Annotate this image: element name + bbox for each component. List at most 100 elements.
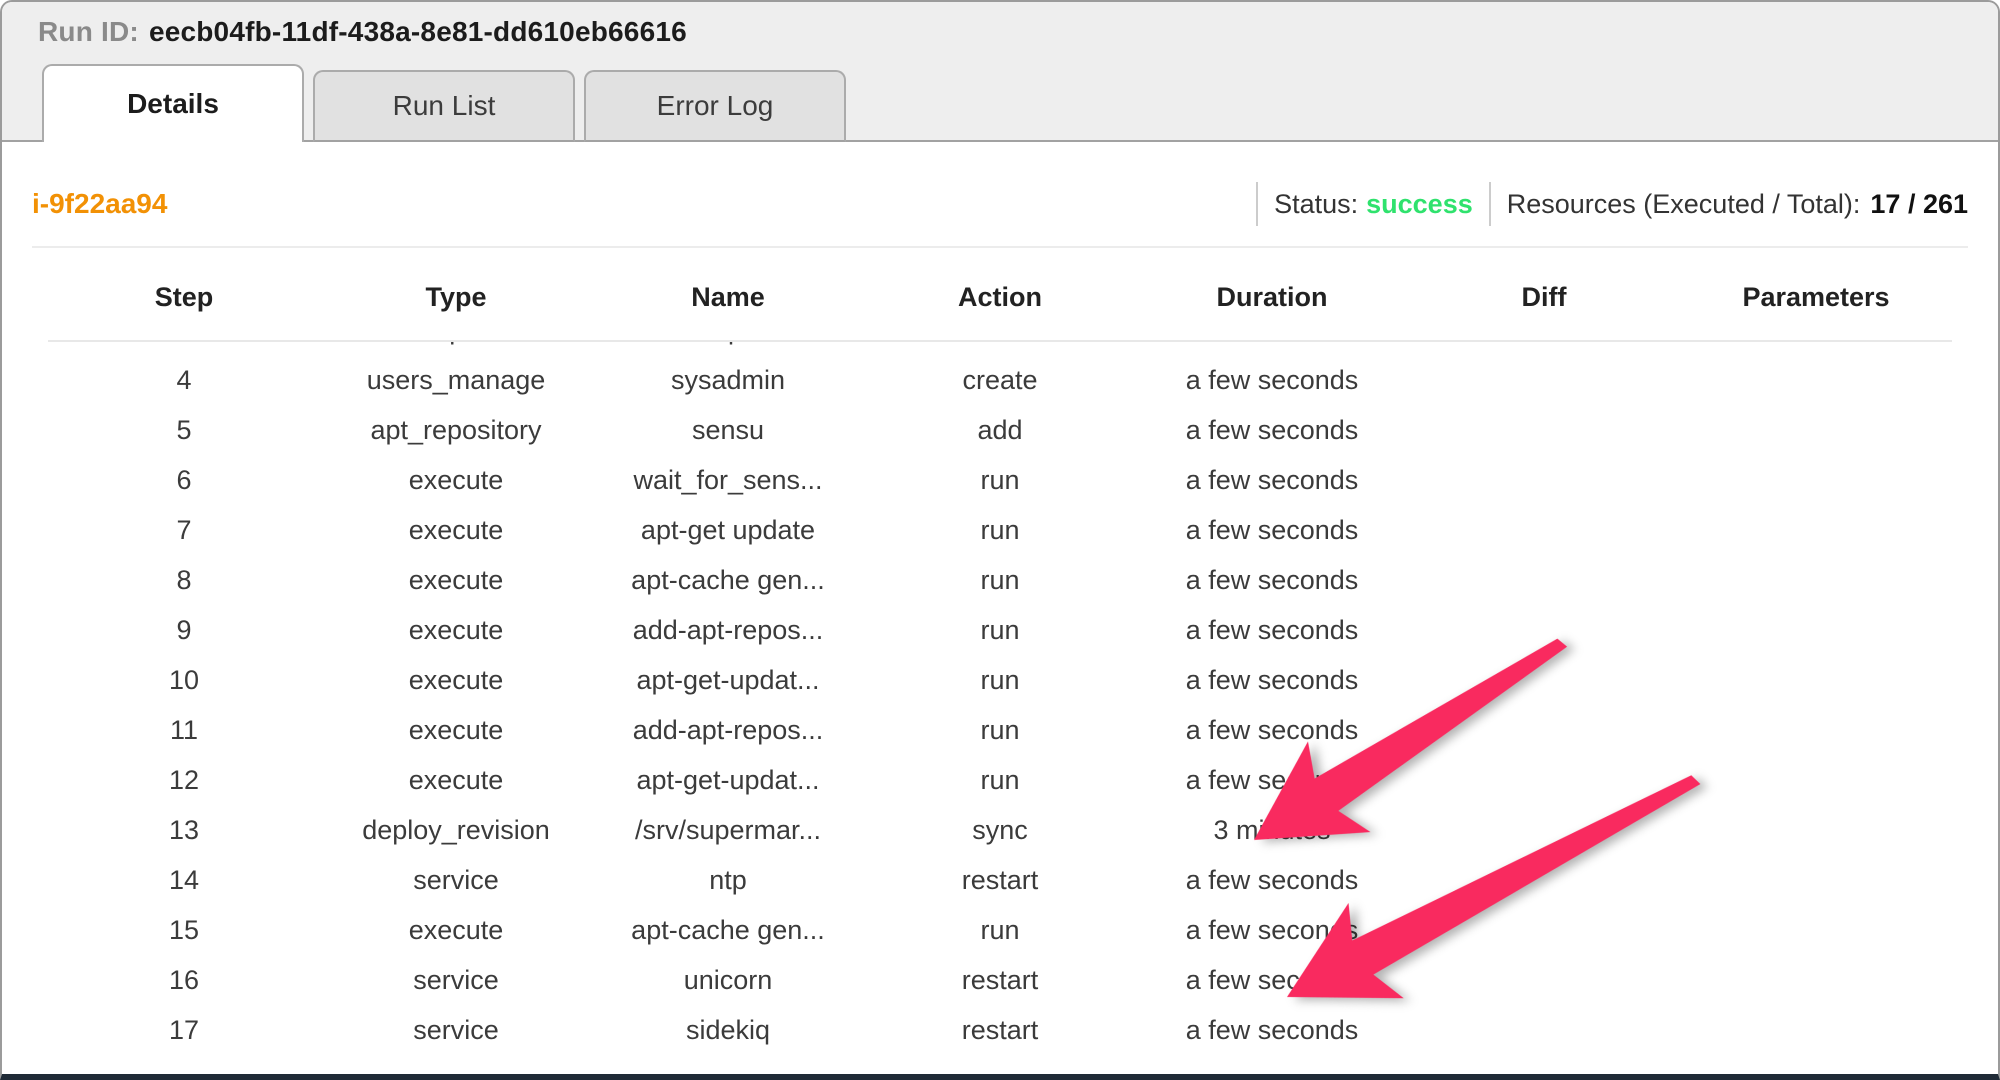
- cell-type: users_manage: [320, 365, 592, 396]
- status-cluster: Status: success Resources (Executed / To…: [1240, 182, 1968, 226]
- divider: [1489, 182, 1491, 226]
- cell-step: 7: [48, 515, 320, 546]
- cell-name: sysadmin: [592, 365, 864, 396]
- tab-details[interactable]: Details: [42, 64, 304, 142]
- cell-action: restart: [864, 1015, 1136, 1046]
- cell-type: execute: [320, 715, 592, 746]
- table-row-step-16[interactable]: 16serviceunicornrestarta few seconds: [48, 955, 1952, 1005]
- cell-duration: a few seconds: [1136, 915, 1408, 946]
- table-row-step-9[interactable]: 9executeadd-apt-repos...runa few seconds: [48, 605, 1952, 655]
- summary-row: i-9f22aa94 Status: success Resources (Ex…: [32, 142, 1968, 246]
- table-row-step-6[interactable]: 6executewait_for_sens...runa few seconds: [48, 455, 1952, 505]
- table-row-step-11[interactable]: 11executeadd-apt-repos...runa few second…: [48, 705, 1952, 755]
- tab-run-list[interactable]: Run List: [313, 70, 575, 142]
- cell-duration: a few seconds: [1136, 565, 1408, 596]
- cell-type: execute: [320, 915, 592, 946]
- cell-action: run: [864, 665, 1136, 696]
- cell-action: run: [864, 615, 1136, 646]
- cell-action: run: [864, 515, 1136, 546]
- cell-name: add-apt-repos...: [592, 715, 864, 746]
- tab-error-log[interactable]: Error Log: [584, 70, 846, 142]
- cell-type: deploy_revision: [320, 815, 592, 846]
- column-header-type: Type: [320, 282, 592, 340]
- divider: [1256, 182, 1258, 226]
- cell-step: 9: [48, 615, 320, 646]
- cell-action: run: [864, 915, 1136, 946]
- table-row-step-8[interactable]: 8executeapt-cache gen...runa few seconds: [48, 555, 1952, 605]
- table-row-step-14[interactable]: 14servicentprestarta few seconds: [48, 855, 1952, 905]
- column-header-duration: Duration: [1136, 282, 1408, 340]
- cell-step: 5: [48, 415, 320, 446]
- tab-run-list-label: Run List: [393, 90, 496, 122]
- cell-name: /srv/supermar...: [592, 815, 864, 846]
- status-label: Status:: [1274, 189, 1358, 220]
- cell-duration: a few seconds: [1136, 965, 1408, 996]
- table-row-step-5[interactable]: 5apt_repositorysensuadda few seconds: [48, 405, 1952, 455]
- run-details-window: Run ID:eecb04fb-11df-438a-8e81-dd610eb66…: [0, 0, 2000, 1080]
- tab-bar: Details Run List Error Log: [42, 64, 846, 142]
- cell-name: /etc/ntp.conf: [592, 342, 864, 346]
- cell-step: 16: [48, 965, 320, 996]
- resources-value: 17 / 261: [1870, 189, 1968, 220]
- tab-error-log-label: Error Log: [657, 90, 774, 122]
- cell-duration: 3 minutes: [1136, 815, 1408, 846]
- table-row-step-15[interactable]: 15executeapt-cache gen...runa few second…: [48, 905, 1952, 955]
- cell-duration: a few seconds: [1136, 1015, 1408, 1046]
- table-row-step-17[interactable]: 17servicesidekiqrestarta few seconds: [48, 1005, 1952, 1055]
- cell-duration: a few seconds: [1136, 715, 1408, 746]
- cell-duration: a few seconds: [1136, 865, 1408, 896]
- cell-type: apt_repository: [320, 415, 592, 446]
- cell-duration: a few seconds: [1136, 365, 1408, 396]
- table-row-step-12[interactable]: 12executeapt-get-updat...runa few second…: [48, 755, 1952, 805]
- table-row-step-13[interactable]: 13deploy_revision/srv/supermar...sync3 m…: [48, 805, 1952, 855]
- steps-table: StepTypeNameActionDurationDiffParameters…: [48, 248, 1952, 1068]
- column-header-action: Action: [864, 282, 1136, 340]
- cell-name: apt-cache gen...: [592, 565, 864, 596]
- cell-type: execute: [320, 515, 592, 546]
- cell-step: 13: [48, 815, 320, 846]
- cell-action: create: [864, 365, 1136, 396]
- cell-action: restart: [864, 865, 1136, 896]
- cell-name: apt-get update: [592, 515, 864, 546]
- column-header-name: Name: [592, 282, 864, 340]
- column-header-parameters: Parameters: [1680, 282, 1952, 340]
- cell-action: run: [864, 715, 1136, 746]
- cell-step: 11: [48, 715, 320, 746]
- cell-action: create: [864, 342, 1136, 346]
- cell-action: add: [864, 415, 1136, 446]
- cell-type: service: [320, 865, 592, 896]
- cell-name: apt-get-updat...: [592, 665, 864, 696]
- cell-step: 3: [48, 342, 320, 346]
- cell-duration: a few seconds: [1136, 415, 1408, 446]
- header-band: Run ID:eecb04fb-11df-438a-8e81-dd610eb66…: [2, 2, 1998, 142]
- cell-type: execute: [320, 765, 592, 796]
- cell-action: run: [864, 765, 1136, 796]
- table-body: 3template/etc/ntp.confcreatea few second…: [48, 342, 1952, 1068]
- cell-duration: a few seconds: [1136, 765, 1408, 796]
- cell-type: service: [320, 1015, 592, 1046]
- column-header-step: Step: [48, 282, 320, 340]
- cell-name: sensu: [592, 415, 864, 446]
- run-id: Run ID:eecb04fb-11df-438a-8e81-dd610eb66…: [2, 2, 1998, 48]
- cell-step: 17: [48, 1015, 320, 1046]
- cell-name: wait_for_sens...: [592, 465, 864, 496]
- table-row-step-7[interactable]: 7executeapt-get updateruna few seconds: [48, 505, 1952, 555]
- status-value: success: [1366, 189, 1473, 220]
- cell-name: add-apt-repos...: [592, 615, 864, 646]
- cell-step: 6: [48, 465, 320, 496]
- cell-name: apt-get-updat...: [592, 765, 864, 796]
- cell-step: 15: [48, 915, 320, 946]
- cell-name: unicorn: [592, 965, 864, 996]
- table-row-step-3[interactable]: 3template/etc/ntp.confcreatea few second…: [48, 342, 1952, 355]
- cell-step: 4: [48, 365, 320, 396]
- cell-duration: a few seconds: [1136, 342, 1408, 346]
- table-row-step-4[interactable]: 4users_managesysadmincreatea few seconds: [48, 355, 1952, 405]
- cell-type: execute: [320, 615, 592, 646]
- table-row-step-10[interactable]: 10executeapt-get-updat...runa few second…: [48, 655, 1952, 705]
- table-header-row: StepTypeNameActionDurationDiffParameters: [48, 248, 1952, 342]
- cell-action: run: [864, 565, 1136, 596]
- cell-duration: a few seconds: [1136, 515, 1408, 546]
- column-header-diff: Diff: [1408, 282, 1680, 340]
- cell-name: apt-cache gen...: [592, 915, 864, 946]
- cell-action: restart: [864, 965, 1136, 996]
